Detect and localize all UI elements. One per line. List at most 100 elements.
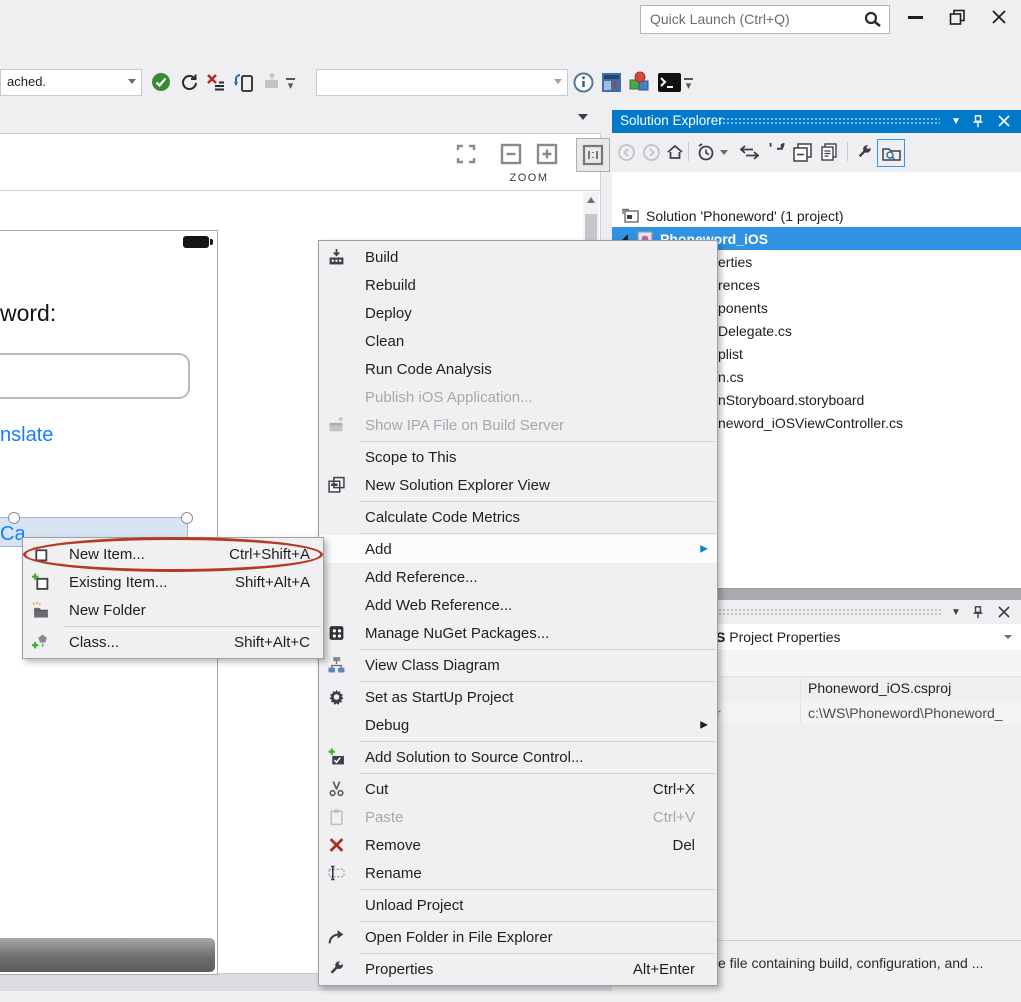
components-button[interactable] xyxy=(627,70,651,94)
designer-overflow-chevron-icon[interactable] xyxy=(578,114,588,120)
toolbar-overflow-button[interactable]: ▾ xyxy=(286,78,295,92)
back-button[interactable] xyxy=(615,141,637,163)
zoom-fit-button[interactable] xyxy=(453,141,479,167)
chevron-down-icon[interactable] xyxy=(1004,635,1012,639)
rename-icon xyxy=(327,864,346,883)
configuration-combobox[interactable]: ached. xyxy=(0,69,142,96)
toolbar-overflow-button[interactable]: ▾ xyxy=(684,78,693,92)
collapse-all-button[interactable] xyxy=(791,141,813,163)
zoom-out-button[interactable] xyxy=(498,141,524,167)
deploy-device-button[interactable] xyxy=(232,70,256,94)
quick-launch-box[interactable]: Quick Launch (Ctrl+Q) xyxy=(640,5,890,34)
zoom-actual-size-button[interactable] xyxy=(576,138,610,172)
search-combobox[interactable] xyxy=(316,69,568,96)
menu-item-existing-item[interactable]: Existing Item...Shift+Alt+A xyxy=(23,568,323,596)
sync-with-active-document-button[interactable] xyxy=(738,141,760,163)
menu-item-new-folder[interactable]: New Folder xyxy=(23,596,323,624)
nuget-icon xyxy=(327,624,346,643)
menu-item-publish-ios-application: Publish iOS Application... xyxy=(319,383,717,411)
home-button[interactable] xyxy=(664,141,686,163)
properties-button[interactable] xyxy=(853,141,875,163)
start-debug-button[interactable] xyxy=(149,70,173,94)
console-button[interactable] xyxy=(657,70,681,94)
menu-item-run-code-analysis[interactable]: Run Code Analysis xyxy=(319,355,717,383)
menu-item-manage-nuget-packages[interactable]: Manage NuGet Packages... xyxy=(319,619,717,647)
refresh-button[interactable] xyxy=(765,141,787,163)
menu-item-label: Add Reference... xyxy=(365,569,478,586)
tree-item-solution[interactable]: Solution 'Phoneword' (1 project) xyxy=(612,204,1021,227)
refresh-button[interactable] xyxy=(177,70,201,94)
menu-item-label: Properties xyxy=(365,961,433,978)
stop-build-button[interactable] xyxy=(204,70,228,94)
scrollbar-thumb[interactable] xyxy=(585,214,597,242)
preview-selected-items-button[interactable] xyxy=(818,141,840,163)
selection-handle[interactable] xyxy=(181,512,193,524)
close-icon xyxy=(998,606,1010,618)
refresh-icon xyxy=(180,73,199,92)
solution-explorer-search[interactable]: Search Solution Explorer (Ctrl+;) xyxy=(612,172,1021,198)
menu-item-scope-to-this[interactable]: Scope to This xyxy=(319,443,717,471)
solution-icon xyxy=(622,208,639,223)
menu-item-label: Add Web Reference... xyxy=(365,597,512,614)
info-button[interactable] xyxy=(571,70,595,94)
menu-item-class[interactable]: Class...Shift+Alt+C xyxy=(23,628,323,656)
menu-item-set-as-startup-project[interactable]: Set as StartUp Project xyxy=(319,683,717,711)
collapse-all-icon xyxy=(793,143,812,162)
forward-button[interactable] xyxy=(640,141,662,163)
chevron-down-icon[interactable] xyxy=(128,79,136,84)
menu-item-view-class-diagram[interactable]: View Class Diagram xyxy=(319,651,717,679)
menu-item-unload-project[interactable]: Unload Project xyxy=(319,891,717,919)
show-all-files-button[interactable] xyxy=(877,139,905,167)
menu-item-rebuild[interactable]: Rebuild xyxy=(319,271,717,299)
one-to-one-icon xyxy=(582,144,604,166)
translate-button[interactable]: nslate xyxy=(0,424,53,447)
chevron-down-icon[interactable] xyxy=(554,79,562,84)
restore-button[interactable] xyxy=(942,6,972,28)
close-panel-button[interactable] xyxy=(994,602,1014,622)
ipa-disabled-icon xyxy=(327,416,346,435)
menu-item-calculate-code-metrics[interactable]: Calculate Code Metrics xyxy=(319,503,717,531)
menu-item-cut[interactable]: CutCtrl+X xyxy=(319,775,717,803)
pin-button[interactable] xyxy=(968,602,988,622)
menu-item-icon-empty xyxy=(327,568,346,587)
form-designer-button[interactable] xyxy=(599,70,623,94)
zoom-in-button[interactable] xyxy=(534,141,560,167)
pin-icon xyxy=(972,115,984,128)
close-button[interactable] xyxy=(984,6,1014,28)
menu-item-clean[interactable]: Clean xyxy=(319,327,717,355)
menu-item-label: Show IPA File on Build Server xyxy=(365,417,564,434)
pending-changes-filter-button[interactable] xyxy=(695,141,717,163)
menu-item-rename[interactable]: Rename xyxy=(319,859,717,887)
menu-item-add-reference[interactable]: Add Reference... xyxy=(319,563,717,591)
remove-icon xyxy=(327,836,346,855)
menu-item-label: Calculate Code Metrics xyxy=(365,509,520,526)
minimize-button[interactable] xyxy=(900,6,930,28)
pin-button[interactable] xyxy=(968,111,988,131)
menu-item-add-solution-to-source-control[interactable]: Add Solution to Source Control... xyxy=(319,743,717,771)
menu-item-add[interactable]: Add▶ xyxy=(319,535,717,563)
scroll-up-arrow-icon[interactable] xyxy=(587,197,595,203)
menu-item-icon-empty xyxy=(327,276,346,295)
chevron-down-icon[interactable] xyxy=(720,150,728,155)
window-position-button[interactable]: ▼ xyxy=(946,602,966,622)
menu-item-deploy[interactable]: Deploy xyxy=(319,299,717,327)
publish-disabled-button xyxy=(260,70,284,94)
menu-item-remove[interactable]: RemoveDel xyxy=(319,831,717,859)
menu-item-properties[interactable]: PropertiesAlt+Enter xyxy=(319,955,717,983)
menu-item-debug[interactable]: Debug▶ xyxy=(319,711,717,739)
menu-item-build[interactable]: Build xyxy=(319,243,717,271)
tree-item-label: erties xyxy=(718,254,752,270)
selection-handle[interactable] xyxy=(8,512,20,524)
close-panel-button[interactable] xyxy=(994,111,1014,131)
search-icon[interactable] xyxy=(863,10,882,29)
submenu-arrow-icon: ▶ xyxy=(700,720,708,731)
quick-launch-placeholder: Quick Launch (Ctrl+Q) xyxy=(650,11,790,27)
phone-number-textfield[interactable] xyxy=(0,353,190,399)
menu-item-shortcut: Ctrl+V xyxy=(653,809,695,826)
menu-item-add-web-reference[interactable]: Add Web Reference... xyxy=(319,591,717,619)
phoneword-label: word: xyxy=(0,300,56,327)
menu-item-open-folder-in-file-explorer[interactable]: Open Folder in File Explorer xyxy=(319,923,717,951)
menu-item-shortcut: Del xyxy=(672,837,695,854)
menu-item-new-solution-explorer-view[interactable]: New Solution Explorer View xyxy=(319,471,717,499)
window-position-button[interactable]: ▼ xyxy=(946,111,966,131)
